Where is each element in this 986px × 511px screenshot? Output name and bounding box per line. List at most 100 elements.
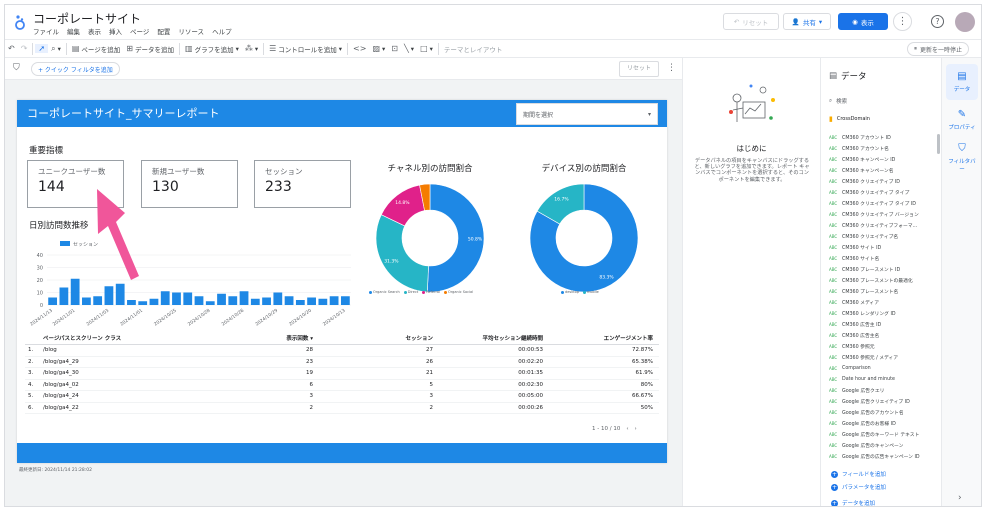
table-cell: 26 — [426, 358, 433, 365]
field-item[interactable]: ABC CM360 広告主 ID — [829, 319, 935, 330]
menu-help[interactable]: ヘルプ — [212, 26, 232, 36]
column-header[interactable]: 平均セッション継続時間 — [433, 334, 543, 342]
text-button[interactable]: ⊡ — [388, 44, 401, 53]
data-source-item[interactable]: ▮ CrossDomain — [829, 115, 870, 123]
menu-resource[interactable]: リソース — [178, 26, 204, 36]
kpi-card-new-users[interactable]: 新規ユーザー数 130 — [141, 160, 238, 208]
field-item[interactable]: ABC CM360 アカウント ID — [829, 132, 935, 143]
field-item[interactable]: ABC CM360 クリエイティブ ID — [829, 176, 935, 187]
menu-view[interactable]: 表示 — [88, 26, 101, 36]
quick-filter-button[interactable]: + クイック フィルタを追加 — [31, 62, 120, 76]
tab-data[interactable]: ▤ データ — [946, 64, 978, 100]
field-item[interactable]: ABC Google 広告のお客様 ID — [829, 418, 935, 429]
text-field-icon: ABC — [829, 322, 838, 327]
field-item[interactable]: ABC CM360 キャンペーン ID — [829, 154, 935, 165]
menu-insert[interactable]: 挿入 — [109, 26, 122, 36]
field-item[interactable]: ABC Google 広告のアカウント名 — [829, 407, 935, 418]
avatar[interactable] — [955, 12, 975, 32]
field-item[interactable]: ABC Google 広告のキャンペーン — [829, 440, 935, 451]
undo-button[interactable]: ↶ — [5, 44, 18, 53]
field-item[interactable]: ABC Google 広告クリエイティブ ID — [829, 396, 935, 407]
field-list-scrollbar[interactable] — [937, 134, 940, 154]
field-item[interactable]: ABC CM360 サイト ID — [829, 242, 935, 253]
menu-page[interactable]: ページ — [130, 26, 149, 36]
column-header[interactable]: セッション — [313, 334, 433, 342]
field-item[interactable]: ABC CM360 クリエイティブ タイプ ID — [829, 198, 935, 209]
field-item[interactable]: ABC Comparison — [829, 363, 935, 374]
field-item[interactable]: ABC Google 広告の広告キャンペーン ID — [829, 451, 935, 462]
field-item[interactable]: ABC CM360 プレースメント ID — [829, 264, 935, 275]
kpi-card-unique-users[interactable]: ユニークユーザー数 144 — [27, 160, 124, 208]
table-row[interactable]: 6. /blog/ga4_22 2 2 00:00:26 50% — [25, 403, 659, 414]
field-search-input[interactable]: ⌕ 検索 — [829, 95, 939, 107]
column-header[interactable]: 表示回数 ▾ — [213, 334, 313, 342]
legend-item: desktop — [561, 290, 579, 294]
add-field-button[interactable]: + フィールドを追加 — [831, 470, 886, 478]
redo-button[interactable]: ↷ — [18, 44, 31, 53]
table-row[interactable]: 2. /blog/ga4_29 23 26 00:02:20 65.38% — [25, 357, 659, 368]
select-button[interactable]: ➚ — [35, 44, 49, 53]
page-table[interactable]: ページパスとスクリーン クラス 表示回数 ▾ セッション 平均セッション継続時間 エンゲ… — [25, 332, 659, 414]
add-page-button[interactable]: ▤ ページを追加 — [69, 44, 123, 54]
more-options-icon[interactable]: ⋮ — [893, 12, 912, 31]
table-row[interactable]: 5. /blog/ga4_24 3 3 00:05:00 66.67% — [25, 391, 659, 403]
field-item[interactable]: ABC CM360 参照元 — [829, 341, 935, 352]
date-range-control[interactable]: 期間を選択 ▾ — [516, 103, 658, 125]
field-item[interactable]: ABC CM360 クリエイティブ名 — [829, 231, 935, 242]
menu-arrange[interactable]: 配置 — [157, 26, 170, 36]
report-name[interactable]: コーポレートサイト — [33, 10, 141, 27]
menu-edit[interactable]: 編集 — [67, 26, 80, 36]
community-viz-button[interactable]: ⁂ ▾ — [242, 44, 261, 53]
field-item[interactable]: ABC CM360 プレースメント名 — [829, 286, 935, 297]
image-button[interactable]: ▨ ▾ — [369, 44, 388, 53]
chevron-left-icon[interactable]: ‹ — [626, 426, 628, 432]
theme-layout-button[interactable]: テーマとレイアウト — [441, 44, 506, 54]
table-row[interactable]: 3. /blog/ga4_30 19 21 00:01:35 61.9% — [25, 368, 659, 380]
field-item[interactable]: ABC CM360 メディア — [829, 297, 935, 308]
table-row[interactable]: 4. /blog/ga4_02 6 5 00:02:30 80% — [25, 380, 659, 391]
field-item[interactable]: ABC Google 広告のキーワード テキスト — [829, 429, 935, 440]
field-item[interactable]: ABC CM360 サイト名 — [829, 253, 935, 264]
chevron-right-icon[interactable]: › — [635, 426, 637, 432]
add-control-button[interactable]: ☰ コントロールを追加 ▾ — [266, 44, 345, 54]
field-item[interactable]: ABC CM360 クリエイティブ タイプ — [829, 187, 935, 198]
zoom-button[interactable]: ⌕ ▾ — [48, 44, 64, 54]
line-button[interactable]: ╲ ▾ — [401, 44, 417, 53]
device-donut-chart[interactable]: 83.3% 16.7% — [519, 180, 649, 303]
column-header[interactable]: エンゲージメント率 — [543, 334, 653, 342]
add-data-button[interactable]: ⊞ データを追加 — [123, 44, 177, 54]
add-parameter-button[interactable]: + パラメータを追加 — [831, 483, 886, 491]
kpi-card-sessions[interactable]: セッション 233 — [254, 160, 351, 208]
cursor-icon: ➚ — [38, 44, 46, 53]
share-button[interactable]: 👤 共有 ▾ — [783, 13, 831, 30]
view-button[interactable]: ◉ 表示 — [838, 13, 888, 30]
channel-donut-chart[interactable]: 50.8% 31.3% 14.8% — [365, 180, 495, 303]
field-item[interactable]: ABC CM360 参照元 / メディア — [829, 352, 935, 363]
reset-button[interactable]: ↶ リセット — [723, 13, 779, 30]
field-item[interactable]: ABC CM360 広告主名 — [829, 330, 935, 341]
table-row[interactable]: 1. /blog 28 27 00:00:53 72.87% — [25, 345, 659, 357]
more-vert-icon[interactable]: ⋮ — [667, 63, 676, 73]
daily-visits-bar-chart[interactable]: セッション0102030402024/11/132024/11/01 2024/1… — [25, 237, 355, 327]
field-item[interactable]: ABC CM360 クリエイティブフォーマ... — [829, 220, 935, 231]
report-page[interactable]: コーポレートサイト_サマリーレポート 期間を選択 ▾ 重要指標 ユニークユーザー… — [17, 100, 667, 463]
add-data-link[interactable]: + データを追加 — [831, 499, 875, 506]
field-item[interactable]: ABC Google 広告クエリ — [829, 385, 935, 396]
tab-properties[interactable]: ✎ プロパティ — [946, 102, 978, 138]
field-item[interactable]: ABC CM360 クリエイティブ バージョン — [829, 209, 935, 220]
field-item[interactable]: ABC CM360 キャンペーン名 — [829, 165, 935, 176]
field-item[interactable]: ABC CM360 レンダリング ID — [829, 308, 935, 319]
field-item[interactable]: ABC Date hour and minute — [829, 374, 935, 385]
filter-reset-button[interactable]: リセット — [619, 61, 659, 77]
embed-code-button[interactable]: <> — [350, 44, 369, 53]
menu-file[interactable]: ファイル — [33, 26, 59, 36]
field-item[interactable]: ABC CM360 プレースメントの最適化 — [829, 275, 935, 286]
field-item[interactable]: ABC CM360 アカウント名 — [829, 143, 935, 154]
column-header[interactable]: ページパスとスクリーン クラス — [43, 334, 213, 342]
help-icon[interactable]: ? — [931, 15, 944, 28]
chevron-right-icon[interactable]: › — [958, 493, 962, 503]
add-chart-button[interactable]: ▥ グラフを追加 ▾ — [182, 44, 242, 54]
shape-button[interactable]: □ ▾ — [417, 44, 436, 53]
pause-updates-button[interactable]: ⏸ 更新を一時停止 — [906, 42, 969, 56]
tab-filter-bar[interactable]: ⛉ フィルタバー — [946, 140, 978, 176]
